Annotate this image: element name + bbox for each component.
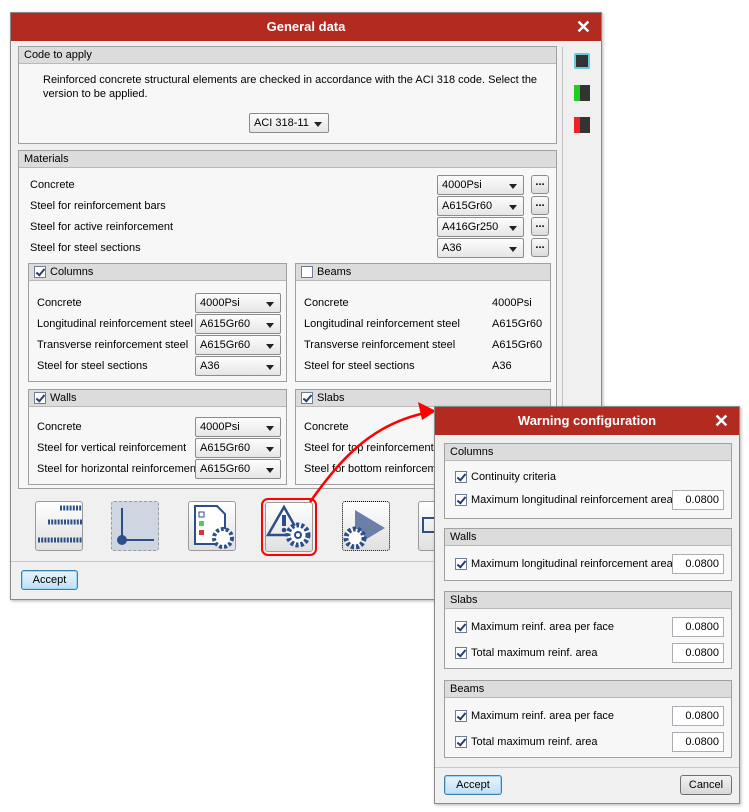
footer-divider — [435, 767, 739, 768]
slabs-per-face-input[interactable]: 0.0800 — [672, 617, 724, 637]
slabs-total-checkbox[interactable] — [455, 647, 467, 659]
group-header: Columns — [445, 444, 731, 461]
max-long-checkbox[interactable] — [455, 494, 467, 506]
warning-cancel-button[interactable]: Cancel — [680, 775, 732, 795]
dialog-title: Warning configuration — [517, 413, 657, 428]
dialog-title-bar: Warning configuration ✕ — [435, 407, 739, 435]
group-header: Beams — [445, 681, 731, 698]
warning-accept-button[interactable]: Accept — [444, 775, 502, 795]
continuity-checkbox[interactable] — [455, 471, 467, 483]
group-header: Walls — [445, 529, 731, 546]
warning-walls-group: Walls Maximum longitudinal reinforcement… — [444, 528, 732, 581]
label: Maximum reinf. area per face — [471, 621, 615, 633]
group-header: Slabs — [445, 592, 731, 609]
warning-columns-group: Columns Continuity criteria Maximum long… — [444, 443, 732, 519]
walls-max-long-input[interactable]: 0.0800 — [672, 554, 724, 574]
beams-total-input[interactable]: 0.0800 — [672, 732, 724, 752]
warning-configuration-dialog: Warning configuration ✕ Columns Continuit… — [434, 406, 740, 804]
label: Maximum longitudinal reinforcement area — [471, 494, 673, 506]
walls-max-long-checkbox[interactable] — [455, 558, 467, 570]
columns-max-long-input[interactable]: 0.0800 — [672, 490, 724, 510]
beams-per-face-checkbox[interactable] — [455, 710, 467, 722]
label: Maximum longitudinal reinforcement area — [471, 558, 673, 570]
label: Total maximum reinf. area — [471, 736, 598, 748]
label: Total maximum reinf. area — [471, 647, 598, 659]
warning-slabs-group: Slabs Maximum reinf. area per face 0.080… — [444, 591, 732, 669]
label: Maximum reinf. area per face — [471, 710, 615, 722]
beams-total-checkbox[interactable] — [455, 736, 467, 748]
close-icon[interactable]: ✕ — [714, 407, 729, 435]
beams-per-face-input[interactable]: 0.0800 — [672, 706, 724, 726]
slabs-per-face-checkbox[interactable] — [455, 621, 467, 633]
warning-beams-group: Beams Maximum reinf. area per face 0.080… — [444, 680, 732, 758]
label: Continuity criteria — [471, 471, 556, 483]
slabs-total-input[interactable]: 0.0800 — [672, 643, 724, 663]
